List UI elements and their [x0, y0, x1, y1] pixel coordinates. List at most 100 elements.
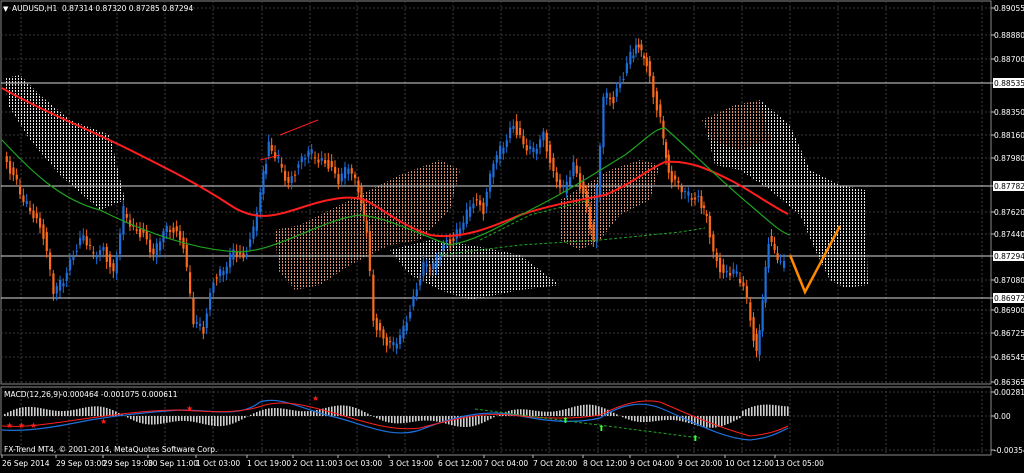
- macd-histogram-bar: [724, 416, 726, 425]
- price-axis-label: 0.86545: [994, 353, 1024, 362]
- time-axis-label: 7 Oct 20:00: [533, 459, 577, 468]
- macd-histogram-bar: [265, 409, 267, 416]
- macd-histogram-bar: [364, 412, 366, 416]
- candle-bear: [382, 329, 384, 338]
- macd-histogram-bar: [61, 411, 63, 416]
- macd-histogram-bar: [229, 416, 231, 425]
- candle-bull: [226, 267, 228, 274]
- macd-histogram-bar: [214, 416, 216, 426]
- macd-histogram-bar: [595, 405, 597, 416]
- time-axis-label: 1 Oct 19:00: [247, 459, 291, 468]
- candle-bear: [774, 244, 776, 250]
- candle-bull: [616, 88, 618, 96]
- candle-bear: [659, 104, 661, 116]
- macd-histogram-bar: [307, 411, 309, 416]
- macd-histogram-bar: [100, 407, 102, 416]
- macd-histogram-bar: [586, 405, 588, 416]
- candle-bull: [759, 330, 761, 355]
- macd-histogram-bar: [199, 416, 201, 423]
- macd-histogram-bar: [79, 409, 81, 416]
- candle-bear: [706, 214, 708, 216]
- candle-bull: [502, 148, 504, 154]
- candle-bear: [552, 158, 554, 171]
- candle-bull: [72, 257, 74, 260]
- candle-bull: [307, 151, 309, 157]
- macd-histogram-bar: [766, 405, 768, 416]
- macd-histogram-bar: [736, 416, 738, 420]
- candle-bear: [86, 236, 88, 245]
- macd-histogram-bar: [775, 405, 777, 416]
- candle-bull: [762, 300, 764, 331]
- candle-bear: [216, 277, 218, 278]
- macd-histogram-bar: [34, 407, 36, 416]
- chart-dropdown-icon[interactable]: ▼: [3, 5, 9, 13]
- candle-bull: [82, 235, 84, 240]
- candle-bull: [432, 263, 434, 269]
- candle-bear: [719, 258, 721, 272]
- macd-histogram-bar: [133, 416, 135, 421]
- price-axis-label: 0.88880: [994, 31, 1024, 40]
- macd-histogram-bar: [202, 416, 204, 424]
- candle-bull: [252, 227, 254, 239]
- macd-histogram-bar: [358, 409, 360, 416]
- macd-values: -0.000464 -0.001075 0.000611: [60, 390, 178, 399]
- candle-bull: [268, 142, 270, 157]
- macd-histogram-bar: [760, 405, 762, 416]
- macd-histogram-bar: [583, 405, 585, 416]
- macd-histogram-bar: [22, 407, 24, 416]
- macd-histogram-bar: [43, 409, 45, 416]
- macd-histogram-bar: [769, 405, 771, 416]
- candle-bear: [49, 253, 51, 270]
- macd-histogram-bar: [547, 412, 549, 416]
- macd-histogram-bar: [97, 406, 99, 416]
- chart-canvas[interactable]: ★★★★★★⬆⬆⬆ 0.890550.888800.887000.885350.…: [0, 0, 1024, 469]
- macd-histogram-bar: [787, 406, 789, 416]
- candle-bear: [671, 171, 673, 182]
- chart-window[interactable]: ★★★★★★⬆⬆⬆ 0.890550.888800.887000.885350.…: [0, 0, 1024, 469]
- time-axis-label: 13 Oct 05:00: [775, 459, 824, 468]
- candle-bull: [291, 176, 293, 183]
- candle-bull: [732, 269, 734, 273]
- macd-signal-star-icon: ★: [186, 404, 193, 413]
- macd-histogram-bar: [262, 410, 264, 416]
- macd-signal-star-icon: ★: [100, 417, 107, 426]
- macd-histogram-bar: [754, 406, 756, 416]
- macd-histogram-bar: [640, 416, 642, 422]
- candle-bear: [476, 199, 478, 200]
- candle-bear: [369, 231, 371, 271]
- macd-axis-label: -0.003542: [994, 446, 1024, 455]
- candle-bull: [606, 93, 608, 98]
- candle-bear: [742, 283, 744, 286]
- candle-bull: [446, 240, 448, 242]
- macd-histogram-bar: [649, 416, 651, 422]
- macd-histogram-bar: [103, 407, 105, 416]
- macd-histogram-bar: [379, 416, 381, 420]
- candle-bear: [771, 236, 773, 242]
- macd-histogram-bar: [709, 416, 711, 428]
- macd-histogram-bar: [232, 416, 234, 424]
- candle-bull: [569, 177, 571, 186]
- candle-bear: [482, 203, 484, 214]
- time-axis-label: 10 Oct 12:00: [725, 459, 774, 468]
- candle-bull: [212, 283, 214, 293]
- candle-bull: [622, 79, 624, 80]
- candle-bear: [284, 171, 286, 181]
- candle-bull: [765, 267, 767, 303]
- macd-histogram-bar: [142, 416, 144, 424]
- time-axis-label: 26 Sep 2014: [2, 459, 50, 468]
- macd-histogram-bar: [475, 416, 477, 425]
- price-axis-label: 0.89055: [994, 4, 1024, 13]
- candle-bear: [556, 172, 558, 181]
- macd-histogram-bar: [751, 407, 753, 416]
- macd-histogram-bar: [622, 416, 624, 417]
- macd-histogram-bar: [40, 408, 42, 416]
- macd-histogram-bar: [763, 405, 765, 416]
- macd-histogram-bar: [721, 416, 723, 426]
- candle-bull: [768, 244, 770, 268]
- candle-bull: [246, 254, 248, 256]
- candle-bear: [136, 229, 138, 231]
- macd-histogram-bar: [661, 416, 663, 420]
- macd-histogram-bar: [13, 410, 15, 416]
- candle-bull: [66, 273, 68, 281]
- macd-histogram-bar: [130, 416, 132, 419]
